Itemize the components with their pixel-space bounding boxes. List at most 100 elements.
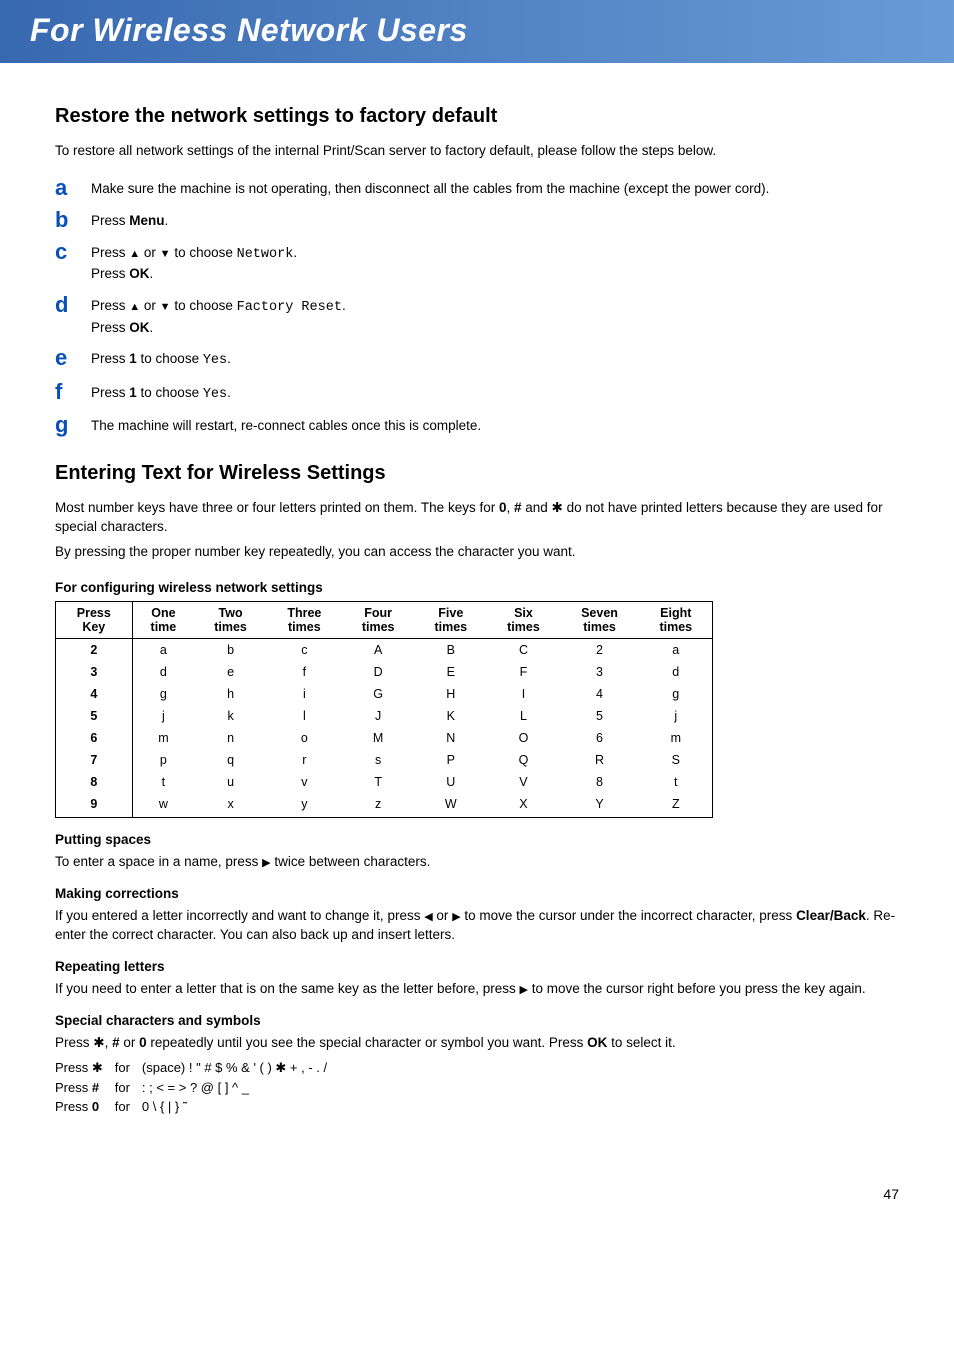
left-arrow-icon: ◀ <box>424 911 432 923</box>
yes-option: Yes <box>203 353 227 368</box>
special-chars-table: Press ✱for(space) ! " # $ % & ' ( ) ✱ + … <box>55 1058 339 1116</box>
table-cell: S <box>639 749 713 771</box>
table-header: Seventimes <box>560 601 639 638</box>
step-body: Press ▲ or ▼ to choose Network. Press OK… <box>91 241 899 284</box>
text: to move the cursor right before you pres… <box>528 981 866 996</box>
table-cell: D <box>342 661 415 683</box>
text: . <box>150 266 154 281</box>
section-entering: Entering Text for Wireless Settings Most… <box>55 462 899 1116</box>
text: Press <box>91 245 129 260</box>
text: To enter a space in a name, press <box>55 854 262 869</box>
special-row: Press 0for0 \ { | } ˜ <box>55 1097 339 1116</box>
table-row: 8tuvTUV8t <box>56 771 713 793</box>
for-label: for <box>115 1078 142 1097</box>
step-letter: a <box>55 177 91 199</box>
key-mapping-table: PressKeyOnetimeTwotimesThreetimesFourtim… <box>55 601 713 818</box>
key-hash: # <box>514 500 522 515</box>
table-row: 6mnoMNO6m <box>56 727 713 749</box>
special-chars-text: Press ✱, # or 0 repeatedly until you see… <box>55 1034 899 1053</box>
table-header: Twotimes <box>194 601 267 638</box>
table-cell: w <box>132 793 194 818</box>
down-arrow-icon: ▼ <box>160 248 171 260</box>
table-cell: n <box>194 727 267 749</box>
key-hash: # <box>112 1035 120 1050</box>
text: or <box>140 245 160 260</box>
ok-label: OK <box>587 1035 607 1050</box>
star-icon: ✱ <box>552 500 563 515</box>
table-header: Threetimes <box>267 601 342 638</box>
text: . <box>150 320 154 335</box>
entering-para1: Most number keys have three or four lett… <box>55 499 899 537</box>
step-body: Press Menu. <box>91 209 899 231</box>
table-cell: a <box>639 638 713 661</box>
page-body: Restore the network settings to factory … <box>0 63 954 1156</box>
factory-reset-option: Factory Reset <box>237 300 342 315</box>
step-body: Press 1 to choose Yes. <box>91 347 899 371</box>
restore-intro: To restore all network settings of the i… <box>55 142 899 161</box>
up-arrow-icon: ▲ <box>129 248 140 260</box>
text: . <box>227 351 231 366</box>
section-entering-heading: Entering Text for Wireless Settings <box>55 462 899 485</box>
text: If you entered a letter incorrectly and … <box>55 908 424 923</box>
table-cell: 5 <box>56 705 133 727</box>
text: . <box>293 245 297 260</box>
table-cell: m <box>132 727 194 749</box>
text: to move the cursor under the incorrect c… <box>461 908 796 923</box>
right-arrow-icon: ▶ <box>520 984 528 996</box>
text: Press <box>91 298 129 313</box>
step-body: Press ▲ or ▼ to choose Factory Reset. Pr… <box>91 294 899 337</box>
text: , <box>506 500 514 515</box>
network-option: Network <box>237 247 294 262</box>
table-cell: o <box>267 727 342 749</box>
table-cell: r <box>267 749 342 771</box>
table-cell: 5 <box>560 705 639 727</box>
text: to choose <box>137 351 203 366</box>
table-cell: 4 <box>560 683 639 705</box>
table-header: PressKey <box>56 601 133 638</box>
text: to choose <box>171 298 237 313</box>
down-arrow-icon: ▼ <box>160 301 171 313</box>
table-cell: Y <box>560 793 639 818</box>
key-1: 1 <box>129 351 137 366</box>
text: to choose <box>137 385 203 400</box>
table-cell: 3 <box>56 661 133 683</box>
text: to choose <box>171 245 237 260</box>
right-arrow-icon: ▶ <box>262 857 270 869</box>
key-1: 1 <box>129 385 137 400</box>
step-e: e Press 1 to choose Yes. <box>55 347 899 371</box>
table-cell: Q <box>487 749 560 771</box>
table-cell: V <box>487 771 560 793</box>
table-cell: L <box>487 705 560 727</box>
text: or <box>120 1035 140 1050</box>
chars-list: 0 \ { | } ˜ <box>142 1097 339 1116</box>
up-arrow-icon: ▲ <box>129 301 140 313</box>
press-label: Press 0 <box>55 1097 115 1116</box>
right-arrow-icon: ▶ <box>452 911 460 923</box>
table-cell: N <box>414 727 487 749</box>
table-row: 5jklJKL5j <box>56 705 713 727</box>
table-cell: 3 <box>560 661 639 683</box>
table-cell: y <box>267 793 342 818</box>
key-0: 0 <box>139 1035 147 1050</box>
table-cell: m <box>639 727 713 749</box>
step-f: f Press 1 to choose Yes. <box>55 381 899 405</box>
yes-option: Yes <box>203 387 227 402</box>
table-cell: I <box>487 683 560 705</box>
text: . <box>227 385 231 400</box>
step-letter: c <box>55 241 91 263</box>
making-corrections-text: If you entered a letter incorrectly and … <box>55 907 899 945</box>
text: Press <box>91 266 129 281</box>
table-header: Fourtimes <box>342 601 415 638</box>
table-cell: U <box>414 771 487 793</box>
step-body: Make sure the machine is not operating, … <box>91 177 899 199</box>
table-cell: b <box>194 638 267 661</box>
table-cell: t <box>132 771 194 793</box>
special-row: Press #for: ; < = > ? @ [ ] ^ _ <box>55 1078 339 1097</box>
table-cell: 7 <box>56 749 133 771</box>
page-title: For Wireless Network Users <box>30 12 924 49</box>
step-a: a Make sure the machine is not operating… <box>55 177 899 199</box>
text: Press <box>91 320 129 335</box>
table-header: Sixtimes <box>487 601 560 638</box>
step-b: b Press Menu. <box>55 209 899 231</box>
text: , <box>105 1035 113 1050</box>
